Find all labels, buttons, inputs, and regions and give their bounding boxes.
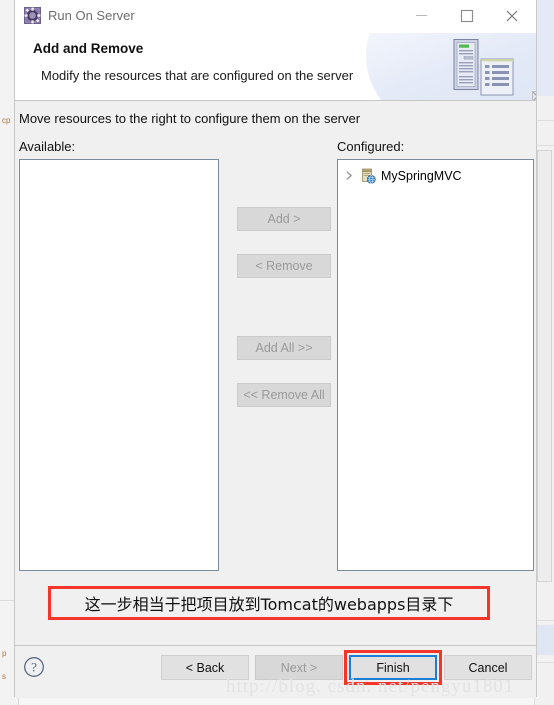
background-right-panel: [534, 0, 554, 705]
page-description: Modify the resources that are configured…: [41, 68, 354, 83]
finish-button[interactable]: Finish: [349, 655, 437, 680]
annotation-box: 这一步相当于把项目放到Tomcat的webapps目录下: [48, 586, 490, 620]
help-icon[interactable]: ?: [23, 656, 45, 678]
background-divider: [535, 662, 554, 663]
chevron-right-icon[interactable]: [344, 170, 355, 181]
background-divider: [535, 145, 554, 146]
dialog-header: Add and Remove Modify the resources that…: [15, 33, 536, 101]
server-and-document-icon: [445, 38, 523, 96]
resize-handle-icon[interactable]: [532, 90, 536, 100]
dialog-footer: ? < Back Next > Finish Cancel: [15, 645, 536, 698]
server-gear-icon: [24, 7, 41, 24]
list-item-label: MySpringMVC: [381, 168, 462, 183]
remove-all-button[interactable]: << Remove All: [237, 383, 331, 407]
close-button[interactable]: [489, 0, 534, 31]
instruction-text: Move resources to the right to configure…: [19, 111, 361, 126]
background-divider: [535, 620, 554, 621]
annotation-text: 这一步相当于把项目放到Tomcat的webapps目录下: [84, 595, 454, 614]
svg-text:?: ?: [31, 660, 37, 675]
page-title: Add and Remove: [33, 41, 144, 56]
background-right-highlight: [535, 0, 554, 96]
available-resources-list[interactable]: [19, 159, 219, 571]
next-button[interactable]: Next >: [255, 655, 343, 680]
close-icon: [506, 10, 517, 21]
maximize-icon: [460, 9, 473, 22]
add-button[interactable]: Add >: [237, 207, 331, 231]
maximize-button[interactable]: [444, 0, 489, 31]
background-text-fragment: p: [2, 649, 7, 658]
available-label: Available:: [19, 139, 76, 154]
configured-resources-list[interactable]: MySpringMVC: [337, 159, 534, 571]
dialog-titlebar[interactable]: Run On Server: [15, 0, 536, 33]
back-button[interactable]: < Back: [161, 655, 249, 680]
configured-label: Configured:: [337, 139, 405, 154]
list-item[interactable]: MySpringMVC: [344, 166, 462, 185]
add-all-button[interactable]: Add All >>: [237, 336, 331, 360]
background-text-fragment: cp: [2, 116, 11, 125]
background-divider: [535, 120, 554, 121]
minimize-button[interactable]: [399, 0, 444, 31]
dialog-title: Run On Server: [48, 8, 135, 23]
cancel-button[interactable]: Cancel: [444, 655, 532, 680]
background-right-band: [535, 625, 554, 655]
web-module-icon: [360, 168, 376, 184]
dialog-body: Move resources to the right to configure…: [15, 101, 536, 661]
minimize-icon: [416, 15, 427, 16]
remove-button[interactable]: < Remove: [237, 254, 331, 278]
background-text-fragment: s: [2, 672, 6, 681]
background-right-scrollbar[interactable]: [537, 150, 552, 582]
run-on-server-dialog: Run On Server Add and Remove Modify the …: [14, 0, 537, 698]
